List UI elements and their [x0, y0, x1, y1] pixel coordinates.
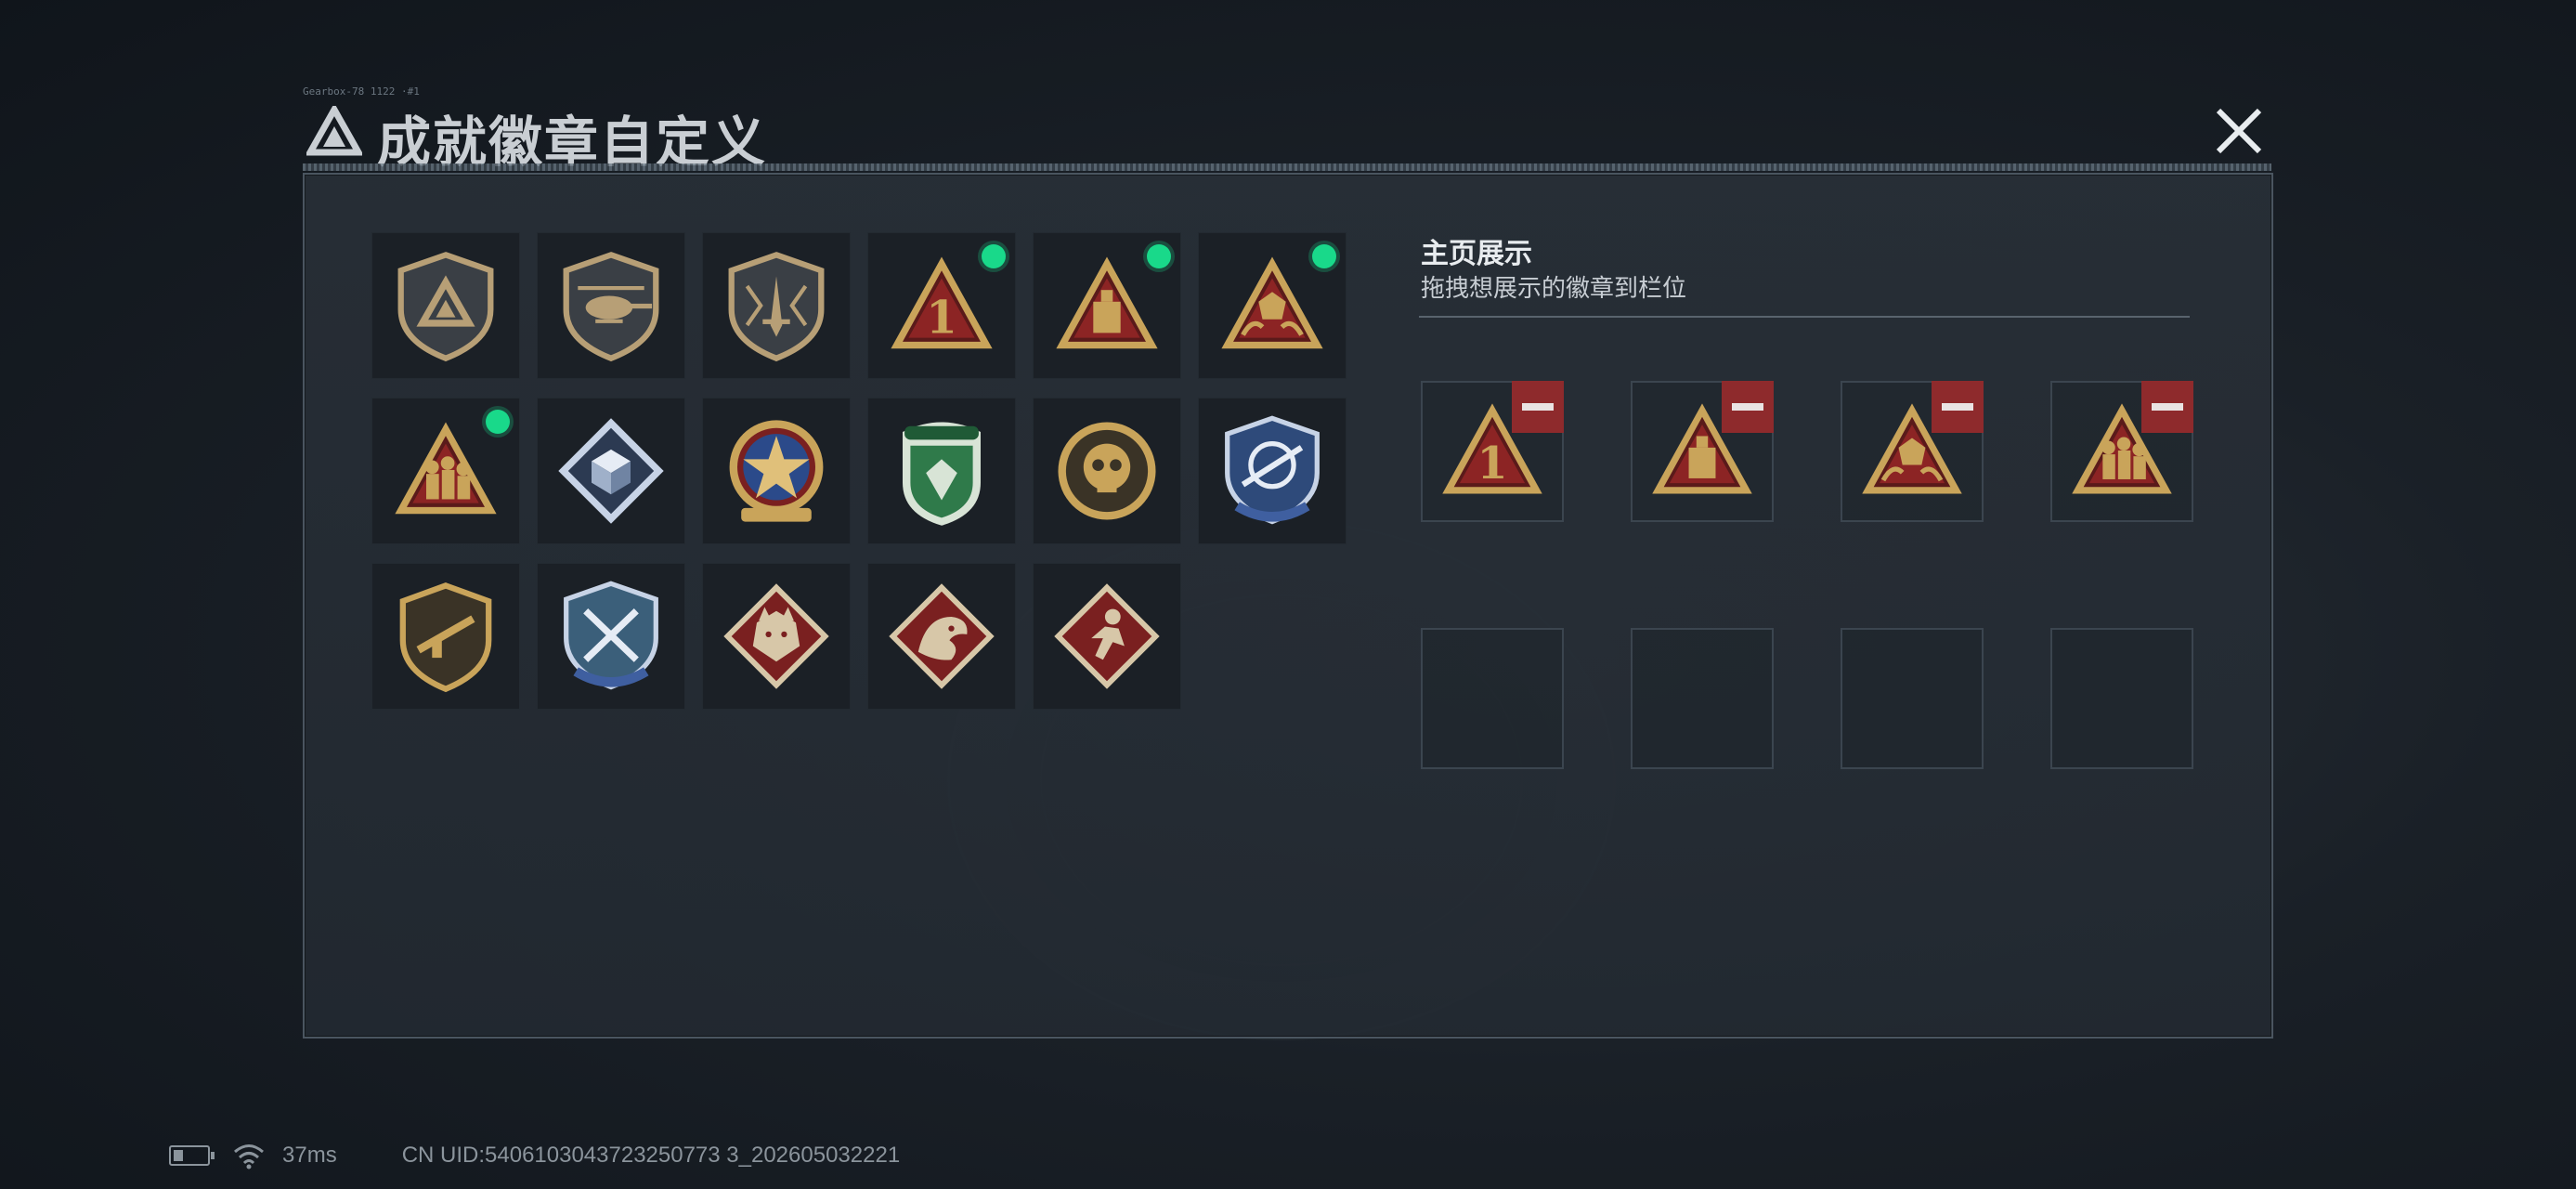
helicopter-shield-icon	[553, 247, 670, 364]
badge-cell[interactable]	[537, 232, 685, 379]
diamond-cube-icon	[553, 412, 670, 529]
badge-cell[interactable]	[537, 563, 685, 710]
green-shield-icon	[883, 412, 1000, 529]
badge-cell[interactable]	[537, 398, 685, 544]
ping-readout: 37ms	[282, 1143, 337, 1168]
showcase-slot-empty[interactable]	[1841, 628, 1984, 769]
badge-cell[interactable]	[1033, 232, 1181, 379]
badge-cell[interactable]	[702, 398, 851, 544]
minus-icon	[1522, 403, 1554, 411]
badge-cell[interactable]	[702, 232, 851, 379]
new-indicator-dot	[1312, 244, 1336, 268]
shield-delta-icon	[387, 247, 504, 364]
delta-logo-icon	[306, 106, 362, 156]
wifi-icon	[234, 1144, 264, 1169]
runner-diamond-icon	[1048, 578, 1165, 695]
triangle-soldiers-icon	[387, 412, 504, 529]
header-tag: Gearbox-78 1122 ·#1	[303, 85, 420, 98]
remove-badge-button[interactable]	[2141, 381, 2193, 433]
minus-icon	[1942, 403, 1973, 411]
dialog-header: Gearbox-78 1122 ·#1 成就徽章自定义	[303, 85, 2284, 175]
close-button[interactable]	[2206, 98, 2271, 163]
close-icon	[2216, 108, 2262, 154]
badge-cell[interactable]	[867, 563, 1016, 710]
gold-skull-coin-icon	[1048, 412, 1165, 529]
dragon-diamond-icon	[883, 578, 1000, 695]
badge-cell[interactable]	[371, 232, 520, 379]
showcase-slot-filled[interactable]	[1841, 381, 1984, 522]
showcase-slot-filled[interactable]: 1	[1421, 381, 1564, 522]
showcase-slot-empty[interactable]	[1421, 628, 1564, 769]
rifle-shield-icon	[387, 578, 504, 695]
svg-text:1: 1	[1477, 438, 1507, 490]
new-indicator-dot	[486, 410, 510, 434]
customize-panel: 1 主页展示 拖拽想展示的徽章到栏位 1	[303, 173, 2273, 1039]
minus-icon	[2152, 403, 2183, 411]
badge-cell[interactable]	[1198, 232, 1347, 379]
header-divider	[303, 163, 2271, 171]
dagger-shield-icon	[718, 247, 835, 364]
battery-icon	[169, 1145, 215, 1166]
sniper-shield-icon	[1214, 412, 1331, 529]
wolf-diamond-icon	[718, 578, 835, 695]
badge-cell[interactable]	[1198, 398, 1347, 544]
new-indicator-dot	[1147, 244, 1171, 268]
showcase-subtitle: 拖拽想展示的徽章到栏位	[1421, 275, 1687, 303]
badge-cell[interactable]: 1	[867, 232, 1016, 379]
showcase-title: 主页展示	[1421, 238, 1532, 270]
triangle-dice-hands-icon	[1214, 247, 1331, 364]
crossed-knives-shield-icon	[553, 578, 670, 695]
badge-cell[interactable]	[371, 563, 520, 710]
triangle-block-icon	[1048, 247, 1165, 364]
uid-text: CN UID:5406103043723250773 3_20260503222…	[401, 1143, 901, 1168]
badge-cell[interactable]	[1033, 563, 1181, 710]
star-medal-icon	[718, 412, 835, 529]
badge-cell[interactable]	[702, 563, 851, 710]
showcase-divider	[1419, 316, 2190, 318]
svg-text:1: 1	[926, 292, 957, 344]
triangle-number-one-icon: 1	[883, 247, 1000, 364]
remove-badge-button[interactable]	[1722, 381, 1774, 433]
remove-badge-button[interactable]	[1512, 381, 1564, 433]
showcase-slot-filled[interactable]	[2050, 381, 2193, 522]
remove-badge-button[interactable]	[1932, 381, 1984, 433]
status-bar: 37ms CN UID:5406103043723250773 3_202605…	[169, 1137, 900, 1174]
showcase-slot-filled[interactable]	[1631, 381, 1774, 522]
badge-cell[interactable]	[371, 398, 520, 544]
minus-icon	[1732, 403, 1763, 411]
badge-cell[interactable]	[867, 398, 1016, 544]
showcase-slot-empty[interactable]	[2050, 628, 2193, 769]
badge-cell[interactable]	[1033, 398, 1181, 544]
showcase-slot-empty[interactable]	[1631, 628, 1774, 769]
homepage-showcase: 主页展示 拖拽想展示的徽章到栏位 1	[1419, 230, 2193, 881]
new-indicator-dot	[982, 244, 1006, 268]
